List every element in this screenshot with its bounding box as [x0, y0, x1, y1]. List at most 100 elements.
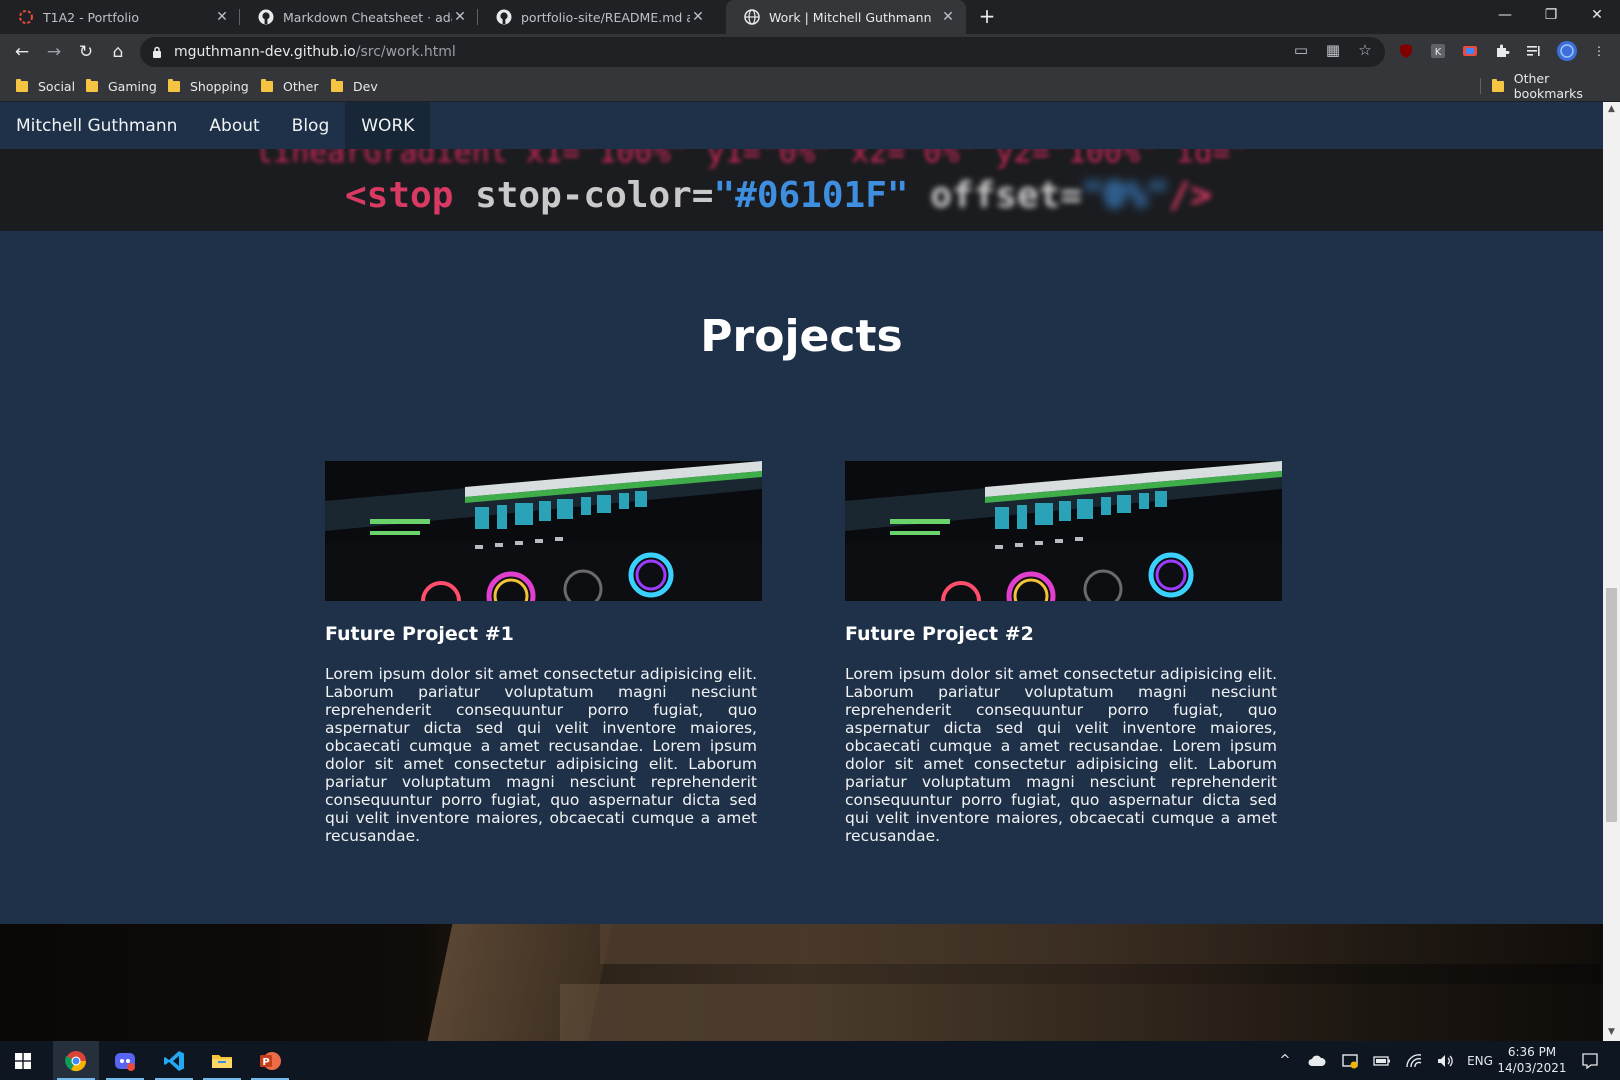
windows-start-icon[interactable] [0, 1041, 46, 1080]
hero-banner: linearGradient x1="100%" y1="0%" x2="0%"… [0, 149, 1603, 231]
tray-chevron-up-icon[interactable]: ^ [1274, 1041, 1296, 1080]
bookmarks-bar: Social Gaming Shopping Other Dev Other b… [0, 70, 1620, 102]
nav-about-link[interactable]: About [193, 102, 275, 149]
tab-portfolio[interactable]: T1A2 - Portfolio ✕ [0, 0, 240, 34]
project-title: Future Project #2 [845, 623, 1034, 645]
other-bookmarks-label: Other bookmarks [1513, 71, 1583, 101]
github-icon [496, 9, 512, 25]
code-tag: /> [1168, 175, 1213, 216]
home-icon[interactable]: ⌂ [104, 38, 132, 66]
system-clock[interactable]: 6:36 PM 14/03/2021 [1497, 1044, 1567, 1076]
folder-icon [1492, 78, 1504, 92]
tab-title: Markdown Cheatsheet · adam-p/ [283, 9, 452, 25]
windows-security-icon[interactable] [1338, 1041, 1362, 1080]
tab-readme[interactable]: portfolio-site/README.md at ma ✕ [478, 0, 716, 34]
new-tab-plus-icon[interactable]: + [975, 5, 999, 29]
forward-arrow-icon[interactable]: → [40, 38, 68, 66]
menu-kebab-icon[interactable]: ⋮ [1590, 42, 1608, 60]
language-indicator[interactable]: ENG [1463, 1041, 1497, 1080]
scrollbar-thumb[interactable] [1606, 588, 1617, 822]
tab-markdown-cheatsheet[interactable]: Markdown Cheatsheet · adam-p/ ✕ [240, 0, 478, 34]
code-value: "#06101F" [713, 175, 909, 216]
tab-title: T1A2 - Portfolio [43, 9, 139, 25]
url-host: mguthmann-dev.github.io [174, 44, 356, 60]
extension-color-icon[interactable] [1461, 42, 1479, 60]
notifications-icon[interactable] [1575, 1041, 1605, 1080]
svg-text:K: K [1435, 47, 1442, 58]
vscode-icon[interactable] [151, 1041, 197, 1080]
page-title: Projects [700, 311, 903, 362]
projects-section: Projects Future Project #1 Lorem ipsum d… [0, 231, 1603, 924]
onedrive-cloud-icon[interactable] [1305, 1041, 1329, 1080]
close-icon[interactable]: ✕ [690, 9, 706, 25]
qr-code-icon[interactable]: ▦ [1324, 41, 1342, 59]
tab-work[interactable]: Work | Mitchell Guthmann ✕ [726, 0, 966, 34]
folder-icon [168, 78, 180, 92]
svg-text:P: P [262, 1057, 269, 1068]
project-card: Future Project #2 Lorem ipsum dolor sit … [845, 461, 1282, 845]
bookmark-label: Shopping [190, 78, 249, 94]
bookmark-folder-dev[interactable]: Dev [331, 70, 378, 102]
bookmark-folder-shopping[interactable]: Shopping [168, 70, 249, 102]
nav-work-link[interactable]: WORK [345, 102, 431, 149]
close-icon[interactable]: ✕ [940, 9, 956, 25]
ublock-icon[interactable] [1397, 42, 1415, 60]
minimize-icon[interactable]: — [1482, 0, 1528, 30]
address-bar[interactable]: mguthmann-dev.github.io/src/work.html [140, 37, 1385, 67]
folder-icon [261, 78, 273, 92]
reload-icon[interactable]: ↻ [72, 38, 100, 66]
close-icon[interactable]: ✕ [214, 9, 230, 25]
scroll-down-arrow-icon[interactable]: ▼ [1607, 1028, 1616, 1037]
tab-strip: T1A2 - Portfolio ✕ Markdown Cheatsheet ·… [0, 0, 1620, 34]
volume-icon[interactable] [1434, 1041, 1458, 1080]
folder-icon [86, 78, 98, 92]
bookmark-folder-social[interactable]: Social [16, 70, 75, 102]
github-icon [258, 9, 274, 25]
project-image [845, 461, 1282, 601]
loading-icon [18, 9, 34, 25]
cast-icon[interactable]: ▭ [1292, 41, 1310, 59]
wood-plank [560, 984, 1603, 1041]
bookmarks-divider [1480, 78, 1481, 94]
bookmark-label: Gaming [108, 78, 157, 94]
window-close-icon[interactable]: ✕ [1574, 0, 1620, 30]
wood-plank [600, 924, 1600, 964]
discord-icon[interactable] [102, 1041, 148, 1080]
browser-toolbar: ← → ↻ ⌂ mguthmann-dev.github.io/src/work… [0, 34, 1620, 70]
bookmark-folder-other[interactable]: Other [261, 70, 319, 102]
lock-icon [153, 46, 161, 58]
project-card: Future Project #1 Lorem ipsum dolor sit … [325, 461, 762, 845]
code-attr: offset= [930, 175, 1082, 216]
media-queue-icon[interactable] [1524, 42, 1542, 60]
bookmark-label: Social [38, 78, 76, 94]
close-icon[interactable]: ✕ [452, 9, 468, 25]
back-arrow-icon[interactable]: ← [8, 38, 36, 66]
footer-wood-image [0, 924, 1603, 1041]
code-value: "0%" [1081, 175, 1169, 216]
extensions-puzzle-icon[interactable] [1493, 42, 1511, 60]
hero-code-line: linearGradient x1="100%" y1="0%" x2="0%"… [255, 149, 1249, 170]
profile-avatar-icon[interactable] [1555, 40, 1579, 62]
bookmark-label: Other [283, 78, 319, 94]
nav-blog-link[interactable]: Blog [276, 102, 346, 149]
battery-icon[interactable] [1370, 1041, 1394, 1080]
extension-k-icon[interactable]: K [1429, 42, 1447, 60]
code-attr: stop-color= [475, 175, 714, 216]
tab-title: portfolio-site/README.md at ma [521, 9, 690, 25]
site-nav: Mitchell Guthmann About Blog WORK [0, 102, 1603, 149]
scroll-up-arrow-icon[interactable]: ▲ [1607, 105, 1616, 114]
restore-icon[interactable]: ❐ [1528, 0, 1574, 30]
tab-title: Work | Mitchell Guthmann [769, 9, 932, 25]
bookmark-folder-gaming[interactable]: Gaming [86, 70, 157, 102]
other-bookmarks[interactable]: Other bookmarks [1492, 70, 1620, 102]
chrome-icon[interactable] [53, 1041, 99, 1080]
star-bookmark-icon[interactable]: ☆ [1356, 41, 1374, 59]
file-explorer-icon[interactable] [199, 1041, 245, 1080]
nav-brand-link[interactable]: Mitchell Guthmann [0, 102, 193, 149]
page-viewport: Mitchell Guthmann About Blog WORK linear… [0, 102, 1603, 1041]
clock-time: 6:36 PM [1507, 1045, 1557, 1059]
powerpoint-icon[interactable]: P [247, 1041, 293, 1080]
folder-icon [331, 78, 343, 92]
wifi-icon[interactable] [1402, 1041, 1426, 1080]
page-scrollbar[interactable]: ▲ ▼ [1603, 102, 1620, 1041]
